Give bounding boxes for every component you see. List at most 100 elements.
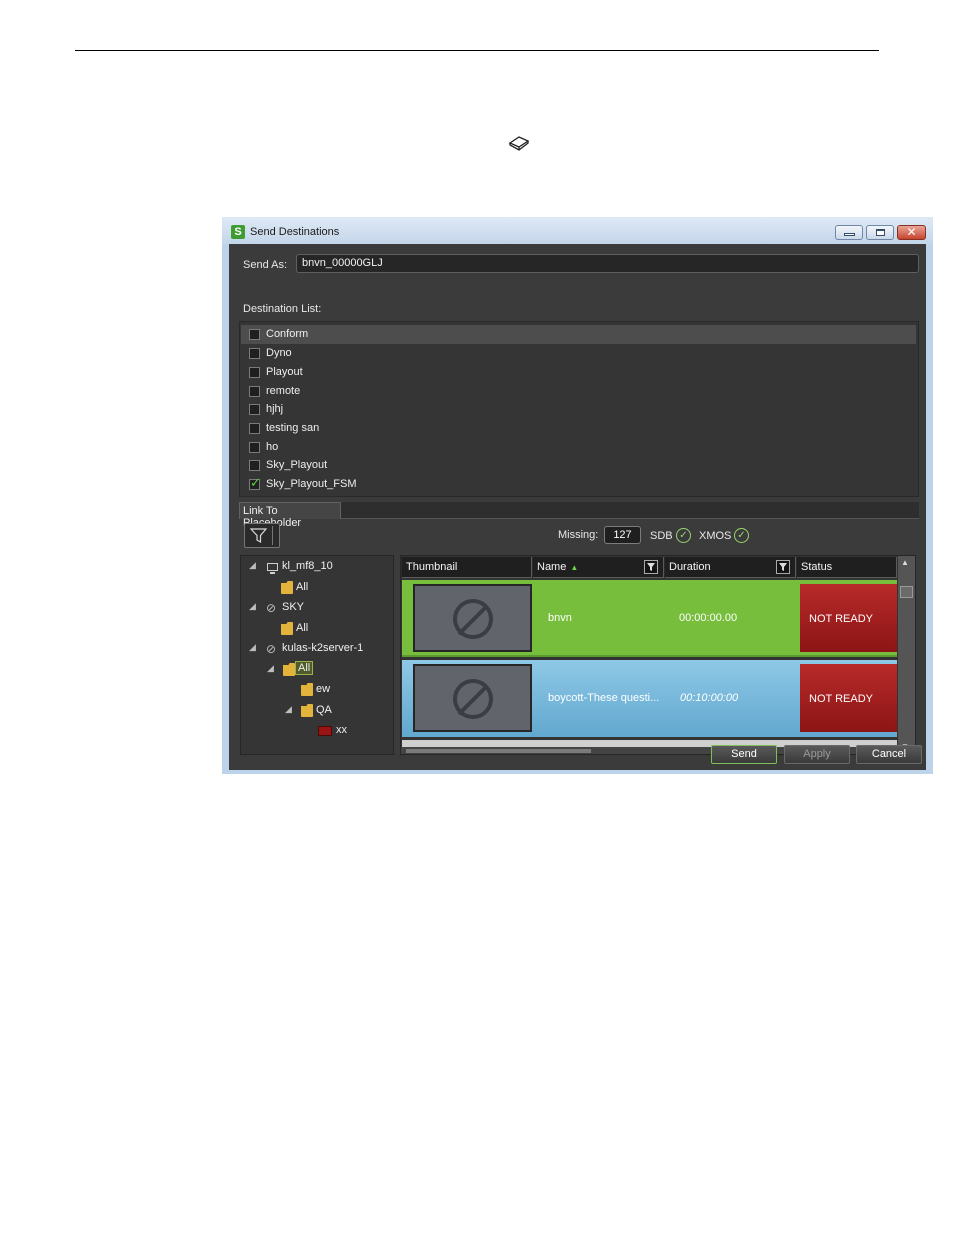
destination-checkbox[interactable]: [249, 442, 260, 453]
no-thumbnail-icon: [453, 679, 493, 719]
close-button[interactable]: ✕: [897, 225, 926, 240]
destination-item-hjhj[interactable]: hjhj: [241, 400, 916, 419]
table-row[interactable]: boycott-These questi... 00:10:00:00 NOT …: [402, 660, 897, 737]
destination-checkbox-checked[interactable]: ✓: [249, 475, 261, 490]
destination-item-ho[interactable]: ho: [241, 438, 916, 457]
dialog-body: Send As: bnvn_00000GLJ Destination List:…: [229, 244, 926, 770]
grid-header: Thumbnail Name ▲ Duration Status: [401, 557, 897, 578]
missing-label: Missing:: [558, 529, 599, 541]
folder-icon: [281, 622, 293, 635]
apply-button[interactable]: Apply: [784, 745, 850, 764]
sdb-label: SDB: [650, 530, 673, 542]
destination-checkbox[interactable]: [249, 367, 260, 378]
destination-label: testing san: [266, 422, 320, 434]
tree-node-label: ew: [316, 683, 331, 695]
bin-tree: ◢ kl_mf8_10 All ◢ ⊘ SKY All ◢ ⊘ kulas-k2…: [240, 555, 394, 755]
column-header-label: Name: [537, 561, 567, 573]
column-filter-icon[interactable]: [644, 560, 658, 574]
filter-dropdown-divider: [272, 526, 273, 545]
folder-icon: [301, 683, 313, 696]
folder-icon: [283, 663, 295, 676]
horizontal-scroll-thumb[interactable]: [406, 749, 591, 753]
disconnected-icon: ⊘: [266, 601, 277, 615]
destination-checkbox[interactable]: [249, 460, 260, 471]
row-duration: 00:00:00.00: [679, 612, 738, 624]
column-header-thumbnail[interactable]: Thumbnail: [402, 557, 532, 578]
page-header-rule: [75, 50, 879, 51]
minimize-button[interactable]: [835, 225, 863, 240]
destination-checkbox[interactable]: [249, 329, 260, 340]
scroll-up-icon[interactable]: ▲: [901, 558, 909, 567]
destination-label: hjhj: [266, 403, 284, 415]
status-badge: NOT READY: [800, 584, 897, 652]
filter-button[interactable]: [244, 523, 280, 548]
destination-label: Conform: [266, 328, 309, 340]
tab-link-to-placeholder[interactable]: Link To Placeholder: [239, 502, 341, 529]
tab-strip: Link To Placeholder: [239, 502, 919, 529]
destination-label: Dyno: [266, 347, 292, 359]
expand-arrow-icon[interactable]: ◢: [285, 704, 292, 715]
minimize-icon: [844, 233, 855, 236]
clip-icon: [318, 726, 332, 736]
destination-label: Playout: [266, 366, 303, 378]
send-destinations-window: S Send Destinations ✕ Send As: bnvn_0000…: [222, 217, 933, 774]
expand-arrow-icon[interactable]: ◢: [249, 601, 256, 612]
destination-item-sky-playout[interactable]: Sky_Playout: [241, 456, 916, 475]
cancel-button[interactable]: Cancel: [856, 745, 922, 764]
status-badge: NOT READY: [800, 664, 897, 732]
close-icon: ✕: [906, 225, 917, 239]
xmos-ok-icon: ✓: [734, 528, 749, 543]
column-header-status[interactable]: Status: [797, 557, 897, 578]
send-to-icon: [508, 136, 530, 151]
destination-checkbox[interactable]: [249, 386, 260, 397]
tree-node-label: kulas-k2server-1: [282, 642, 364, 654]
tree-node-label: All: [296, 622, 309, 634]
destination-checkbox[interactable]: [249, 348, 260, 359]
send-as-label: Send As:: [243, 259, 288, 271]
destination-checkbox[interactable]: [249, 423, 260, 434]
column-filter-icon[interactable]: [776, 560, 790, 574]
destination-item-conform[interactable]: Conform: [241, 325, 916, 344]
destination-list-label: Destination List:: [243, 303, 322, 315]
tree-node-label: SKY: [282, 601, 305, 613]
destination-label: remote: [266, 385, 301, 397]
destination-item-playout[interactable]: Playout: [241, 363, 916, 382]
tree-node-label: xx: [336, 724, 347, 736]
disconnected-icon: ⊘: [266, 642, 277, 656]
app-logo-icon: S: [231, 225, 245, 239]
destination-label: Sky_Playout: [266, 459, 328, 471]
column-header-duration[interactable]: Duration: [665, 557, 796, 578]
destination-list: Conform Dyno Playout remote hjhj testing…: [239, 321, 919, 497]
thumbnail-placeholder: [413, 584, 532, 652]
no-thumbnail-icon: [453, 599, 493, 639]
thumbnail-placeholder: [413, 664, 532, 732]
placeholder-grid: Thumbnail Name ▲ Duration Status bnvn 00…: [400, 555, 916, 755]
window-titlebar[interactable]: S Send Destinations ✕: [222, 217, 933, 244]
expand-arrow-icon[interactable]: ◢: [249, 642, 256, 653]
destination-label: Sky_Playout_FSM: [266, 478, 357, 490]
destination-checkbox[interactable]: [249, 404, 260, 415]
vertical-scroll-thumb[interactable]: [900, 586, 913, 598]
expand-arrow-icon[interactable]: ◢: [249, 560, 256, 571]
maximize-button[interactable]: [866, 225, 894, 240]
table-row-selected[interactable]: bnvn 00:00:00.00 NOT READY: [402, 580, 897, 657]
destination-item-sky-playout-fsm[interactable]: ✓ Sky_Playout_FSM: [241, 475, 916, 494]
destination-item-dyno[interactable]: Dyno: [241, 344, 916, 363]
send-button[interactable]: Send: [711, 745, 777, 764]
column-header-name[interactable]: Name ▲: [533, 557, 664, 578]
row-duration: 00:10:00:00: [680, 692, 739, 704]
tree-node-label: All: [296, 581, 309, 593]
maximize-icon: [876, 229, 885, 236]
destination-item-testing-san[interactable]: testing san: [241, 419, 916, 438]
expand-arrow-icon[interactable]: ◢: [267, 663, 274, 674]
server-icon: [267, 563, 278, 574]
tree-node-label: kl_mf8_10: [282, 560, 333, 572]
sdb-ok-icon: ✓: [676, 528, 691, 543]
send-as-input[interactable]: bnvn_00000GLJ: [296, 254, 919, 273]
vertical-scrollbar[interactable]: ▲ ▼: [898, 556, 915, 754]
column-header-label: Duration: [669, 561, 711, 573]
destination-item-remote[interactable]: remote: [241, 382, 916, 401]
folder-icon: [301, 704, 313, 717]
xmos-label: XMOS: [699, 530, 732, 542]
tree-node-label: All: [295, 661, 314, 675]
